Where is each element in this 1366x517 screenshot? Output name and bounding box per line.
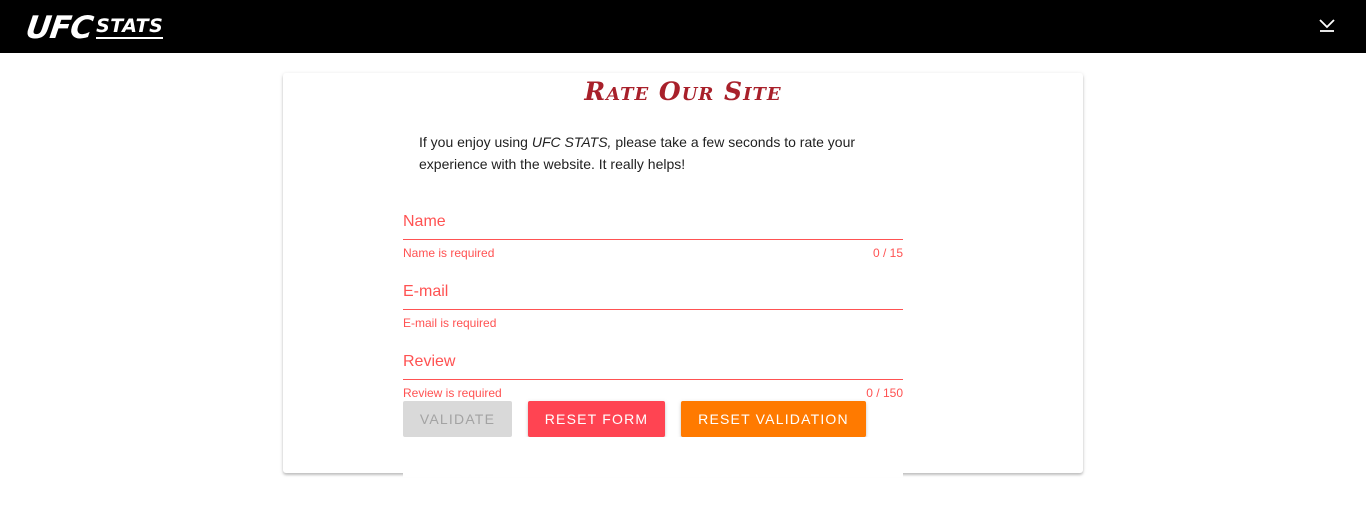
email-input[interactable] <box>403 277 903 309</box>
ufc-stats-logo[interactable]: UFC STATS <box>23 10 164 46</box>
review-character-counter: 0 / 150 <box>866 386 903 400</box>
name-character-counter: 0 / 15 <box>872 246 903 260</box>
review-underline <box>403 379 903 380</box>
intro-text-start: If you enjoy using <box>419 134 532 150</box>
form-actions: VALIDATE RESET FORM RESET VALIDATION <box>403 401 866 437</box>
validate-button[interactable]: VALIDATE <box>403 401 512 437</box>
reset-form-button[interactable]: RESET FORM <box>528 401 665 437</box>
name-input[interactable] <box>403 207 903 239</box>
rating-form: Name Name is required 0 / 15 E-mail E-ma… <box>403 201 903 411</box>
email-error-message: E-mail is required <box>403 316 497 330</box>
chevron-down-icon[interactable] <box>1316 14 1338 36</box>
reset-validation-button[interactable]: RESET VALIDATION <box>681 401 866 437</box>
email-field: E-mail E-mail is required <box>403 271 903 341</box>
name-underline <box>403 239 903 240</box>
name-field: Name Name is required 0 / 15 <box>403 201 903 271</box>
name-error-message: Name is required <box>403 246 495 260</box>
intro-site-name: UFC STATS, <box>531 134 612 150</box>
page-title: Rate Our Site <box>584 77 782 106</box>
email-underline <box>403 309 903 310</box>
top-navigation-bar: UFC STATS <box>0 0 1366 53</box>
logo-stats-text: STATS <box>96 15 164 39</box>
review-input[interactable] <box>403 347 903 379</box>
intro-text: If you enjoy using UFC STATS, please tak… <box>419 131 889 175</box>
rating-card: Rate Our Site If you enjoy using UFC STA… <box>283 73 1083 477</box>
review-error-message: Review is required <box>403 386 502 400</box>
form-bottom-area <box>403 437 903 477</box>
logo-ufc-text: UFC <box>23 10 95 46</box>
